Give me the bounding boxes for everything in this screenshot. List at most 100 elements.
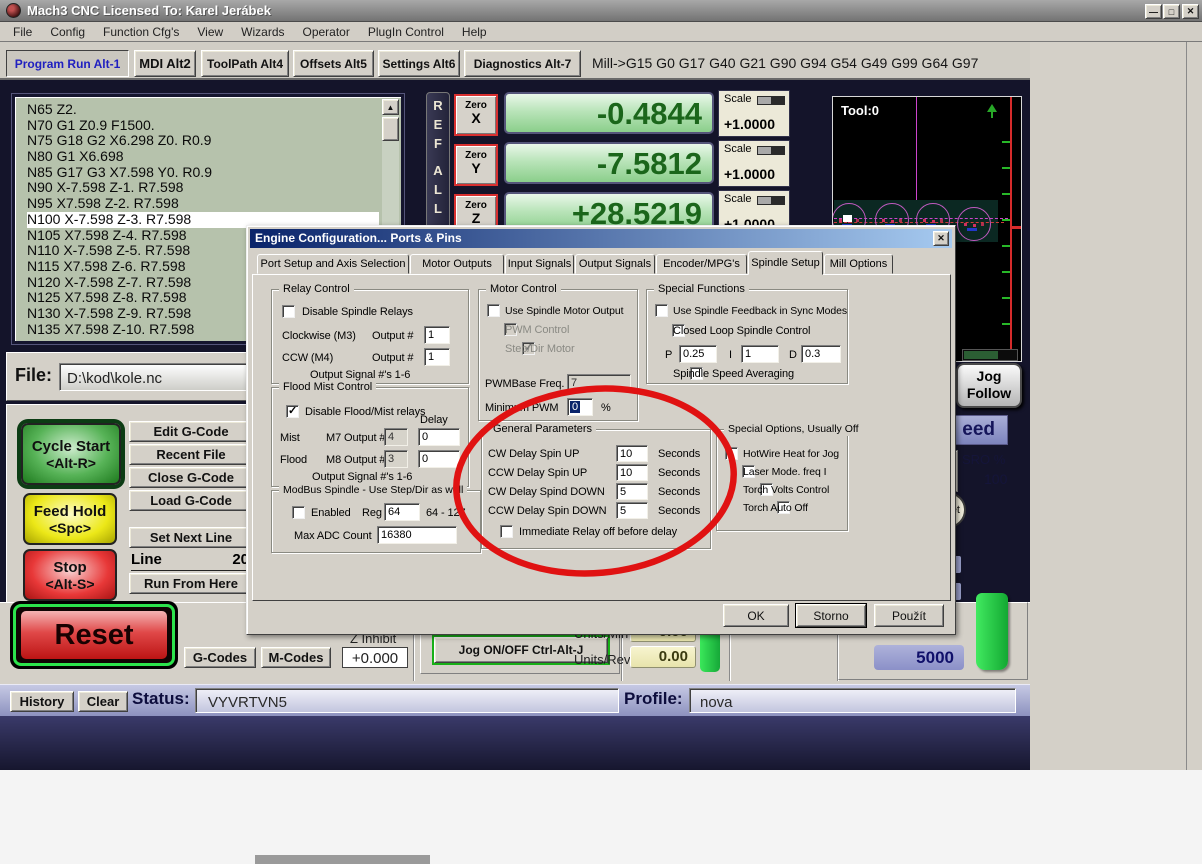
tab-settings-label: Settings Alt6 <box>383 57 456 71</box>
max-adc-field[interactable]: 16380 <box>377 526 457 544</box>
gcode-line[interactable]: N85 G17 G3 X7.598 Y0. R0.9 <box>27 165 379 181</box>
gcode-line[interactable]: N95 X7.598 Z-2. R7.598 <box>27 196 379 212</box>
cw-delay-down-field[interactable]: 5 <box>616 483 648 500</box>
dro-y-display[interactable]: -7.5812 <box>504 142 714 184</box>
menu-file[interactable]: File <box>4 25 41 39</box>
menu-plugin-control[interactable]: PlugIn Control <box>359 25 453 39</box>
mach3-window: Mach3 CNC Licensed To: Karel Jerábek — □… <box>0 0 1202 864</box>
tab-toolpath[interactable]: ToolPath Alt4 <box>201 50 289 77</box>
spindle-rpm-display: 5000 <box>874 645 964 670</box>
group-title: Motor Control <box>486 283 561 296</box>
use-spindle-motor-output-label: Use Spindle Motor Output <box>505 305 623 318</box>
jog-scale-slider[interactable] <box>962 349 1018 361</box>
maximize-icon[interactable]: □ <box>1163 4 1180 19</box>
clear-button[interactable]: Clear <box>78 691 128 712</box>
scale-slider[interactable] <box>757 96 785 105</box>
gcode-line[interactable]: N80 G1 X6.698 <box>27 149 379 165</box>
reg-field[interactable]: 64 <box>384 503 420 521</box>
file-path-field[interactable]: D:\kod\kole.nc <box>59 363 247 391</box>
scale-label: Scale <box>724 143 752 155</box>
mist-delay-field[interactable]: 0 <box>418 428 460 446</box>
ccw-output-field[interactable]: 1 <box>424 348 450 366</box>
hotwire-checkbox[interactable] <box>725 447 738 460</box>
reset-button[interactable]: Reset <box>21 611 167 659</box>
dialog-tab-mill-options[interactable]: Mill Options <box>824 254 893 274</box>
menu-config[interactable]: Config <box>41 25 94 39</box>
cw-delay-up-field[interactable]: 10 <box>616 445 648 462</box>
dialog-tab-motor-outputs[interactable]: Motor Outputs <box>410 254 504 274</box>
apply-button[interactable]: Použít <box>874 604 944 627</box>
run-from-here-button[interactable]: Run From Here <box>129 573 253 594</box>
load-gcode-button[interactable]: Load G-Code <box>129 490 253 511</box>
ref-letter: F <box>427 136 449 155</box>
p-label: P <box>665 349 672 362</box>
dialog-tab-output-signals[interactable]: Output Signals <box>575 254 655 274</box>
dialog-tab-encoder-mpgs[interactable]: Encoder/MPG's <box>656 254 747 274</box>
gcode-line[interactable]: N75 G18 G2 X6.298 Z0. R0.9 <box>27 133 379 149</box>
edit-gcode-button[interactable]: Edit G-Code <box>129 421 253 442</box>
ccw-delay-down-field[interactable]: 5 <box>616 502 648 519</box>
scrollbar-thumb[interactable] <box>382 117 399 141</box>
history-button[interactable]: History <box>10 691 74 712</box>
flood-delay-field[interactable]: 0 <box>418 450 460 468</box>
scroll-up-icon[interactable]: ▲ <box>382 99 399 115</box>
d-field[interactable]: 0.3 <box>801 345 841 363</box>
dialog-close-icon[interactable]: ✕ <box>933 231 949 246</box>
i-field[interactable]: 1 <box>741 345 779 363</box>
jog-follow-button[interactable]: Jog Follow <box>956 363 1022 408</box>
recent-file-button[interactable]: Recent File <box>129 444 253 465</box>
modbus-enabled-checkbox[interactable] <box>292 506 305 519</box>
use-spindle-motor-output-checkbox[interactable] <box>487 304 500 317</box>
p-field[interactable]: 0.25 <box>679 345 717 363</box>
tab-program-run[interactable]: Program Run Alt-1 <box>6 50 129 77</box>
dialog-titlebar[interactable]: Engine Configuration... Ports & Pins ✕ <box>250 229 952 248</box>
ok-button[interactable]: OK <box>723 604 789 627</box>
clockwise-output-field[interactable]: 1 <box>424 326 450 344</box>
tab-offsets[interactable]: Offsets Alt5 <box>293 50 374 77</box>
dialog-tab-spindle-setup[interactable]: Spindle Setup <box>748 251 823 275</box>
axis-letter: X <box>456 111 496 126</box>
minimum-pwm-field[interactable]: 0 <box>567 398 593 416</box>
mist-label: Mist <box>280 432 300 445</box>
menu-help[interactable]: Help <box>453 25 496 39</box>
dro-x-display[interactable]: -0.4844 <box>504 92 714 134</box>
mcodes-button[interactable]: M-Codes <box>261 647 331 668</box>
dialog-tab-input-signals[interactable]: Input Signals <box>505 254 574 274</box>
disable-flood-mist-checkbox[interactable] <box>286 405 299 418</box>
spindle-feedback-checkbox[interactable] <box>655 304 668 317</box>
menu-view[interactable]: View <box>188 25 232 39</box>
immediate-relay-checkbox[interactable] <box>500 525 513 538</box>
ccw-delay-up-label: CCW Delay Spin UP <box>488 467 587 480</box>
dialog-tab-port-setup[interactable]: Port Setup and Axis Selection <box>257 254 409 274</box>
menu-function-cfgs[interactable]: Function Cfg's <box>94 25 188 39</box>
stop-button[interactable]: Stop <Alt-S> <box>23 549 117 601</box>
feed-hold-button[interactable]: Feed Hold <Spc> <box>23 493 117 545</box>
gcode-line[interactable]: N90 X-7.598 Z-1. R7.598 <box>27 180 379 196</box>
tab-settings[interactable]: Settings Alt6 <box>378 50 460 77</box>
menu-wizards[interactable]: Wizards <box>232 25 293 39</box>
close-gcode-button[interactable]: Close G-Code <box>129 467 253 488</box>
set-next-line-button[interactable]: Set Next Line <box>129 527 253 548</box>
zero-y-button[interactable]: Zero Y <box>454 144 498 186</box>
ok-label: OK <box>747 609 764 623</box>
closed-loop-label: Closed Loop Spindle Control <box>673 325 810 338</box>
zero-x-button[interactable]: Zero X <box>454 94 498 136</box>
minimize-icon[interactable]: — <box>1145 4 1162 19</box>
gcode-line[interactable]: N70 G1 Z0.9 F1500. <box>27 118 379 134</box>
gcodes-button[interactable]: G-Codes <box>184 647 256 668</box>
close-icon[interactable]: ✕ <box>1182 4 1199 19</box>
disable-spindle-relays-checkbox[interactable] <box>282 305 295 318</box>
scale-slider[interactable] <box>757 196 785 205</box>
group-title: Special Options, Usually Off <box>724 423 863 436</box>
tab-mdi[interactable]: MDI Alt2 <box>134 50 196 77</box>
tab-diagnostics[interactable]: Diagnostics Alt-7 <box>464 50 581 77</box>
sro-label: SRO % <box>962 452 1005 467</box>
ccw-delay-up-field[interactable]: 10 <box>616 464 648 481</box>
titlebar[interactable]: Mach3 CNC Licensed To: Karel Jerábek — □… <box>0 0 1202 22</box>
cycle-start-button[interactable]: Cycle Start <Alt-R> <box>21 423 121 485</box>
status-field: VYVRTVN5 <box>195 688 619 713</box>
scale-slider[interactable] <box>757 146 785 155</box>
cancel-button[interactable]: Storno <box>796 604 866 627</box>
gcode-line[interactable]: N65 Z2. <box>27 102 379 118</box>
menu-operator[interactable]: Operator <box>294 25 359 39</box>
